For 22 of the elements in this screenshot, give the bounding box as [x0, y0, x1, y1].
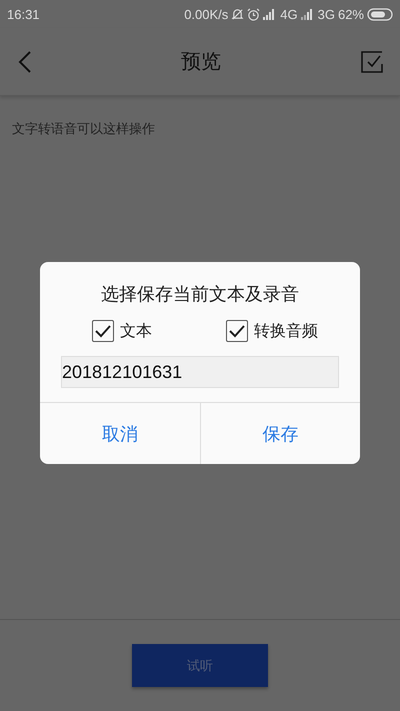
dialog-button[interactable]: 取消	[40, 403, 200, 464]
body-text: 文字转语音可以这样操作	[12, 122, 155, 137]
checkbox-label: 文本	[120, 320, 152, 342]
network-type: 4G	[280, 6, 298, 22]
signal-icon	[300, 8, 315, 20]
dialog-button[interactable]: 保存	[200, 403, 360, 464]
network-speed: 0.00K/s	[184, 6, 228, 22]
listen-button[interactable]: 试听	[132, 644, 268, 687]
checkbox[interactable]	[92, 320, 114, 342]
battery-icon	[367, 8, 393, 20]
checkbox-confirm-icon[interactable]	[360, 50, 384, 74]
bell-off-icon	[231, 8, 244, 20]
back-icon	[18, 50, 32, 74]
page-title: 预览	[180, 48, 222, 75]
checkbox-label: 转换音频	[254, 320, 318, 342]
alarm-icon	[247, 8, 260, 20]
filename-field[interactable]: 201812101631	[61, 356, 339, 388]
status-time: 16:31	[7, 6, 40, 22]
network-type: 3G	[318, 6, 335, 22]
dialog-title: 选择保存当前文本及录音	[100, 283, 300, 307]
checkbox[interactable]	[226, 320, 248, 342]
battery-percent: 62%	[338, 6, 364, 22]
